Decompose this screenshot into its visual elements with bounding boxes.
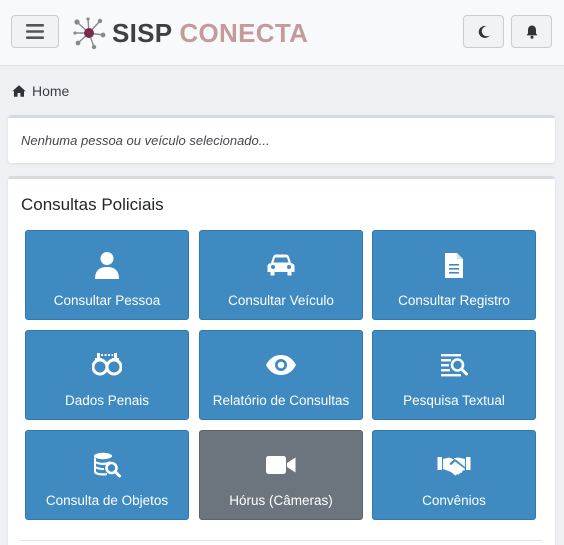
home-icon — [12, 85, 26, 97]
selection-status-card: Nenhuma pessoa ou veículo selecionado... — [8, 115, 555, 163]
tile-label: Pesquisa Textual — [403, 393, 505, 408]
tile-label: Consultar Registro — [398, 293, 510, 308]
consultas-policiais-card: Consultas Policiais Consultar Pessoa Con… — [8, 176, 555, 545]
breadcrumb-home-link[interactable]: Home — [32, 83, 69, 99]
selection-status-text: Nenhuma pessoa ou veículo selecionado... — [21, 133, 270, 148]
moon-icon — [478, 25, 490, 38]
tile-label: Consulta de Objetos — [45, 493, 169, 508]
divider — [20, 540, 542, 541]
tile-label: Consultar Pessoa — [53, 293, 161, 308]
brand-name-conecta: CONECTA — [179, 17, 309, 48]
eye-icon — [266, 355, 296, 375]
document-icon — [445, 252, 463, 278]
tile-label: Consultar Veículo — [228, 293, 334, 308]
tile-label: Hórus (Câmeras) — [229, 493, 333, 508]
top-navbar: SISP CONECTA — [0, 0, 564, 66]
consultar-veiculo-tile[interactable]: Consultar Veículo — [199, 230, 363, 320]
consultar-registro-tile[interactable]: Consultar Registro — [372, 230, 536, 320]
breadcrumb: Home — [12, 83, 69, 99]
handcuffs-icon — [92, 353, 122, 376]
tile-label: Dados Penais — [64, 393, 150, 408]
consulta-objetos-tile[interactable]: Consulta de Objetos — [25, 430, 189, 520]
pesquisa-textual-tile[interactable]: Pesquisa Textual — [372, 330, 536, 420]
menu-toggle-button[interactable] — [11, 15, 59, 48]
section-title: Consultas Policiais — [21, 195, 164, 214]
consultar-pessoa-tile[interactable]: Consultar Pessoa — [25, 230, 189, 320]
database-search-icon — [94, 452, 121, 478]
theme-toggle-button[interactable] — [463, 15, 504, 48]
text-search-icon — [441, 354, 468, 377]
hamburger-icon — [26, 24, 44, 39]
brand-logo[interactable]: SISP CONECTA — [72, 15, 308, 51]
notifications-button[interactable] — [511, 15, 552, 48]
convenios-tile[interactable]: Convênios — [372, 430, 536, 520]
tile-label: Relatório de Consultas — [212, 393, 350, 408]
brand-name-sisp: SISP — [112, 17, 173, 48]
video-camera-icon — [266, 456, 296, 474]
user-icon — [95, 252, 119, 279]
horus-cameras-tile[interactable]: Hórus (Câmeras) — [199, 430, 363, 520]
handshake-icon — [437, 457, 471, 476]
dados-penais-tile[interactable]: Dados Penais — [25, 330, 189, 420]
relatorio-consultas-tile[interactable]: Relatório de Consultas — [199, 330, 363, 420]
car-icon — [267, 254, 295, 276]
tile-label: Convênios — [422, 493, 486, 508]
bell-icon — [526, 25, 537, 39]
network-logo-icon — [73, 17, 106, 50]
